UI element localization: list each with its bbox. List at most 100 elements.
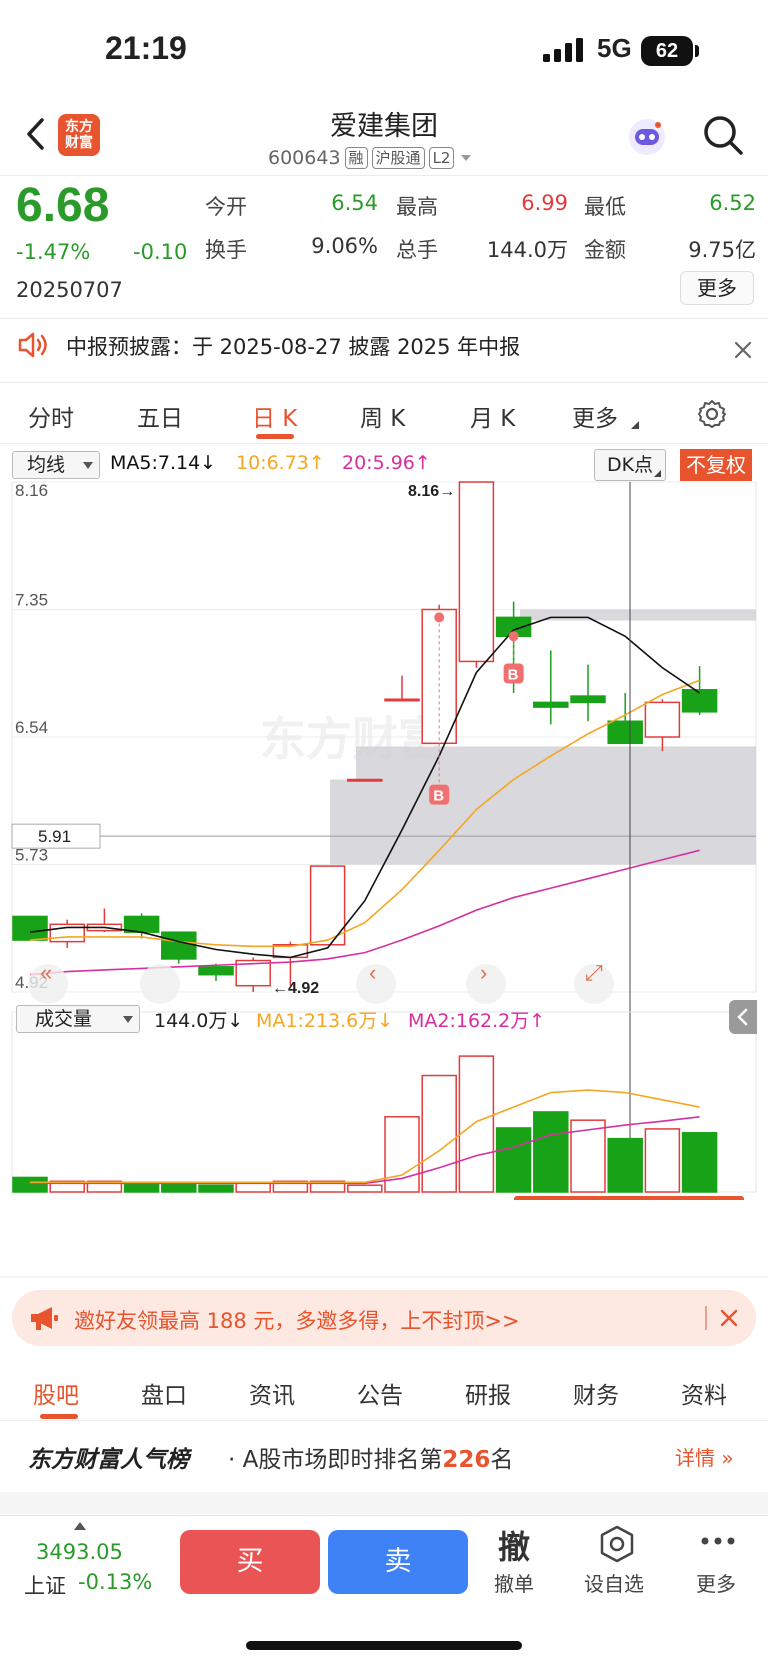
buy-button[interactable]: 买 [180, 1530, 320, 1594]
disclosure-notice[interactable]: 中报预披露：于 2025-08-27 披露 2025 年中报 [66, 331, 520, 361]
tab-pankou[interactable]: 盘口 [141, 1376, 187, 1410]
buy-signal-label: B [508, 666, 519, 683]
x-axis-date-label: 20250704 [434, 1198, 514, 1200]
tab-guba[interactable]: 股吧 [33, 1376, 79, 1410]
tab-daily-k[interactable]: 日 K [252, 399, 297, 433]
quote-more-button[interactable]: 更多 [680, 271, 754, 305]
tab-research[interactable]: 研报 [465, 1376, 511, 1410]
candle-up [347, 778, 383, 782]
turnover-value: 9.06% [311, 234, 378, 258]
tag-level2: L2 [428, 147, 455, 169]
dropdown-triangle-icon [461, 155, 472, 161]
price-tag-value: 5.91 [38, 827, 71, 846]
stock-code: 600643 [268, 147, 341, 169]
buy-signal-label: B [433, 788, 444, 805]
volume-value: 144.0万 [486, 238, 568, 262]
dropdown-triangle-icon [123, 1016, 133, 1023]
tag-margin: 融 [344, 147, 368, 169]
signal-dot [434, 612, 445, 623]
index-name: 上证 [24, 1574, 66, 1598]
more-dots-icon[interactable] [700, 1536, 736, 1546]
active-tab-underline [40, 1414, 78, 1419]
cancel-order-label[interactable]: 撤单 [494, 1568, 534, 1597]
volume-bar-down [12, 1176, 48, 1193]
tab-announcements[interactable]: 公告 [357, 1376, 403, 1410]
volume-bar-up [644, 1128, 681, 1193]
ma10-value: 10:6.73↑ [236, 452, 325, 474]
close-icon[interactable] [720, 1309, 738, 1327]
high-label: 最高 [396, 195, 438, 219]
section-gap [0, 1492, 768, 1514]
candle-up [458, 481, 495, 663]
ranking-detail-link[interactable]: 详情 » [675, 1442, 734, 1471]
corner-triangle-icon [654, 470, 661, 477]
rank-number: 226 [442, 1447, 491, 1473]
nav-glyph-icon: › [480, 960, 487, 985]
close-icon[interactable] [733, 340, 753, 360]
watchlist-hexagon-icon[interactable] [598, 1524, 636, 1564]
volume-bar-down [533, 1111, 569, 1193]
home-indicator [246, 1641, 522, 1650]
tab-weekly-k[interactable]: 周 K [360, 399, 405, 433]
amount-value: 9.75亿 [688, 238, 756, 262]
divider [0, 1276, 768, 1278]
megaphone-icon [31, 1307, 58, 1330]
index-change: -0.13% [78, 1570, 153, 1594]
support-zone-step [330, 779, 356, 865]
dropdown-triangle-icon [83, 462, 93, 469]
amount-label: 金额 [584, 238, 626, 262]
zoom-out-button[interactable] [140, 964, 180, 1004]
x-axis-date-label: 20250613 [20, 1198, 100, 1200]
change-amount: -0.10 [133, 240, 188, 264]
collapse-panel-button[interactable] [729, 1000, 757, 1034]
volume-bar-up [421, 1074, 457, 1193]
settings-gear-icon[interactable] [696, 398, 728, 430]
x-axis-date-label: 20250623 [206, 1198, 286, 1200]
popularity-ranking-title: 东方财富人气榜 [28, 1447, 189, 1473]
more-label[interactable]: 更多 [696, 1568, 736, 1597]
tab-five-day[interactable]: 五日 [137, 399, 183, 433]
current-price: 6.68 [16, 179, 110, 232]
candle-down [681, 689, 718, 713]
candle-down [570, 695, 606, 704]
status-time: 21:19 [105, 30, 187, 66]
crosshair-tooltip[interactable] [514, 1196, 744, 1200]
sell-button[interactable]: 卖 [328, 1530, 468, 1594]
promo-text[interactable]: 邀好友领最高 188 元，多邀多得，上不封顶>> [74, 1305, 520, 1335]
up-triangle-icon [74, 1522, 86, 1530]
volume-indicator-select[interactable]: 成交量 [16, 1005, 140, 1033]
low-label: 最低 [584, 195, 626, 219]
ai-assistant-icon[interactable] [625, 115, 669, 159]
index-value[interactable]: 3493.05 [36, 1540, 123, 1564]
search-icon[interactable] [700, 112, 746, 158]
candle-down [607, 720, 643, 745]
candle-down [198, 966, 234, 976]
tab-news[interactable]: 资讯 [249, 1376, 295, 1410]
divider [0, 318, 768, 319]
volume-label: 总手 [396, 238, 438, 262]
nav-glyph-icon: ‹ [369, 960, 376, 985]
candle-down [161, 931, 197, 960]
resistance-zone [520, 609, 756, 621]
no-adjust-button[interactable]: 不复权 [680, 449, 752, 481]
stock-code-row[interactable]: 600643 融 沪股通 L2 [268, 144, 474, 172]
tab-intraday[interactable]: 分时 [28, 399, 74, 433]
volume-bar-down [607, 1137, 643, 1193]
open-label: 今开 [205, 195, 247, 219]
network-type: 5G [597, 33, 632, 63]
active-tab-underline [256, 434, 294, 439]
indicator-select[interactable]: 均线 [12, 451, 100, 479]
tab-more[interactable]: 更多 [572, 399, 618, 433]
volume-bar-down [681, 1132, 718, 1193]
change-percent: -1.47% [16, 240, 91, 264]
candle-down [12, 915, 48, 941]
kline-chart[interactable]: 东方财富8.167.356.545.734.925.918.16→←4.92BB… [0, 480, 768, 1200]
corner-triangle-icon [631, 421, 639, 429]
add-watchlist-label[interactable]: 设自选 [584, 1568, 644, 1597]
cancel-order-icon[interactable]: 撤 [498, 1522, 530, 1568]
high-price-marker: 8.16→ [408, 483, 455, 500]
tab-finance[interactable]: 财务 [573, 1376, 619, 1410]
candle-down [123, 915, 160, 933]
tab-monthly-k[interactable]: 月 K [470, 399, 515, 433]
tab-profile[interactable]: 资料 [681, 1376, 727, 1410]
